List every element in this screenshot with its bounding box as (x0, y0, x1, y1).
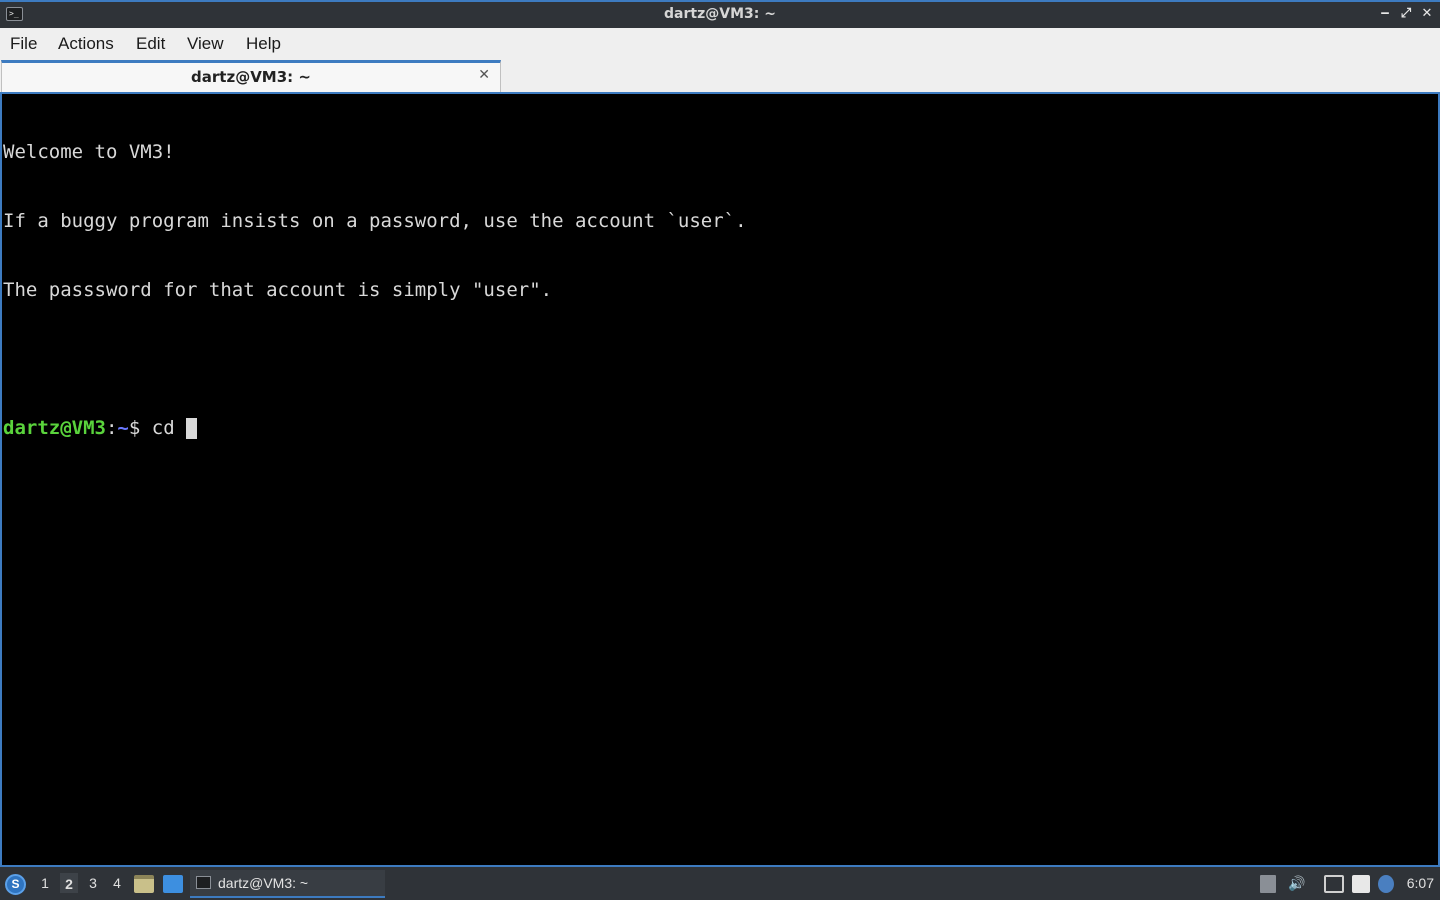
menu-bar: File Actions Edit View Help (0, 28, 1440, 60)
prompt-user-host: dartz@VM3 (3, 417, 106, 439)
tab-bar: dartz@VM3: ~ ✕ (0, 60, 1440, 94)
workspace-2[interactable]: 2 (60, 873, 78, 893)
terminal-icon (196, 876, 211, 889)
taskbar-task-terminal[interactable]: dartz@VM3: ~ (190, 870, 385, 898)
window-titlebar[interactable]: >_ dartz@VM3: ~ ‒ ⤢ ✕ (0, 0, 1440, 28)
workspace-1[interactable]: 1 (36, 875, 54, 891)
maximize-button[interactable]: ⤢ (1398, 5, 1414, 23)
tab-label: dartz@VM3: ~ (191, 68, 311, 86)
eject-icon[interactable] (1260, 875, 1276, 893)
menu-view[interactable]: View (187, 34, 224, 54)
terminal-line: The passsword for that account is simply… (3, 279, 553, 301)
terminal-area[interactable]: Welcome to VM3! If a buggy program insis… (0, 94, 1440, 867)
task-label: dartz@VM3: ~ (218, 875, 309, 891)
prompt-path: ~ (117, 417, 129, 439)
text-cursor (186, 418, 198, 439)
close-button[interactable]: ✕ (1419, 5, 1435, 23)
taskbar: S 1 2 3 4 dartz@VM3: ~ 🔊 6:07 (0, 867, 1440, 900)
file-manager-icon[interactable] (134, 875, 154, 893)
terminal-line: If a buggy program insists on a password… (3, 210, 747, 232)
clipboard-icon[interactable] (1352, 875, 1370, 893)
tab-close-icon[interactable]: ✕ (478, 67, 490, 83)
tab-terminal[interactable]: dartz@VM3: ~ ✕ (1, 60, 501, 92)
menu-file[interactable]: File (10, 34, 37, 54)
command-input[interactable]: cd (152, 417, 186, 439)
clock[interactable]: 6:07 (1407, 875, 1434, 891)
show-desktop-icon[interactable] (163, 875, 183, 893)
window-title: dartz@VM3: ~ (664, 6, 776, 22)
minimize-button[interactable]: ‒ (1377, 5, 1393, 23)
workspace-3[interactable]: 3 (84, 875, 102, 891)
prompt-separator: : (105, 417, 118, 439)
network-icon[interactable] (1324, 875, 1344, 893)
workspace-4[interactable]: 4 (108, 875, 126, 891)
volume-icon[interactable]: 🔊 (1288, 875, 1305, 893)
menu-actions[interactable]: Actions (58, 34, 114, 54)
prompt-symbol: $ (128, 417, 152, 439)
start-menu-icon[interactable]: S (5, 874, 26, 895)
menu-help[interactable]: Help (246, 34, 281, 54)
terminal-line: Welcome to VM3! (3, 141, 175, 163)
notification-icon[interactable] (1378, 875, 1394, 893)
menu-edit[interactable]: Edit (136, 34, 165, 54)
prompt-line: dartz@VM3:~$ cd (3, 417, 1438, 440)
